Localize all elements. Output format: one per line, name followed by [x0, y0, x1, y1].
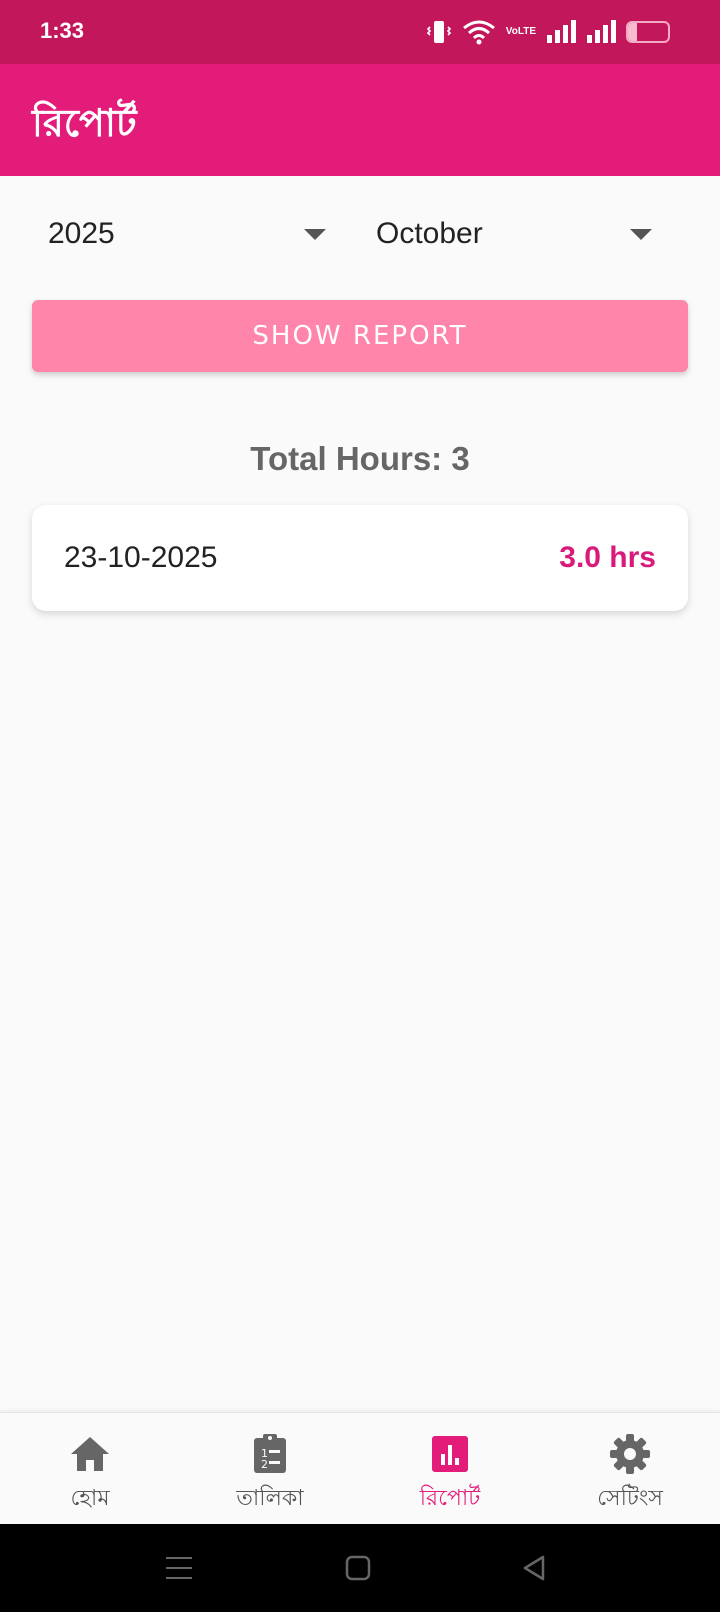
wifi-icon: [462, 19, 496, 45]
gear-icon: [609, 1433, 651, 1475]
report-row[interactable]: 23-10-2025 3.0 hrs: [32, 505, 688, 611]
home-system-button[interactable]: [342, 1552, 374, 1584]
volte-label-top: Vo: [505, 26, 518, 37]
year-value: 2025: [48, 217, 115, 250]
bottom-nav: হোম 12 তালিকা রিপোর্ট সেটিংস: [0, 1412, 720, 1524]
vibrate-icon: [426, 19, 452, 45]
nav-label-settings: সেটিংস: [597, 1486, 663, 1511]
status-icons: Vo LTE 22: [426, 16, 670, 48]
nav-item-settings[interactable]: সেটিংস: [540, 1413, 720, 1524]
back-button[interactable]: [518, 1552, 550, 1584]
nav-label-home: হোম: [70, 1486, 110, 1511]
show-report-button[interactable]: SHOW REPORT: [32, 300, 688, 372]
row-date: 23-10-2025: [64, 541, 218, 574]
nav-item-report[interactable]: রিপোর্ট: [360, 1413, 540, 1524]
month-dropdown[interactable]: October: [376, 206, 652, 262]
recent-apps-button[interactable]: [163, 1552, 195, 1584]
status-time: 1:33: [40, 18, 85, 43]
year-dropdown[interactable]: 2025: [48, 206, 326, 262]
month-value: October: [376, 217, 483, 250]
battery-icon: 22: [626, 21, 670, 43]
battery-level: 22: [639, 23, 657, 41]
chevron-down-icon: [304, 228, 326, 240]
volte-label-bottom: LTE: [517, 26, 536, 37]
battery-fill: [628, 23, 637, 41]
nav-item-home[interactable]: হোম: [0, 1413, 180, 1524]
volte-icon: Vo LTE: [506, 27, 536, 37]
svg-text:2: 2: [261, 1458, 268, 1471]
system-nav-bar: [0, 1524, 720, 1612]
chevron-down-icon: [630, 228, 652, 240]
signal-icon: [546, 20, 576, 44]
page-title: রিপোর্ট: [32, 101, 137, 145]
list-clipboard-icon: 12: [249, 1433, 291, 1475]
app-bar: রিপোর্ট: [0, 64, 720, 176]
signal-icon-2: [586, 20, 616, 44]
row-hours: 3.0 hrs: [559, 541, 656, 574]
status-bar: 1:33 Vo LTE 22: [0, 0, 720, 64]
total-hours-label: Total Hours: 3: [250, 440, 470, 477]
nav-item-list[interactable]: 12 তালিকা: [180, 1413, 360, 1524]
nav-label-list: তালিকা: [236, 1486, 304, 1511]
bar-chart-icon: [429, 1433, 471, 1475]
nav-label-report: রিপোর্ট: [419, 1486, 481, 1511]
home-icon: [69, 1433, 111, 1475]
